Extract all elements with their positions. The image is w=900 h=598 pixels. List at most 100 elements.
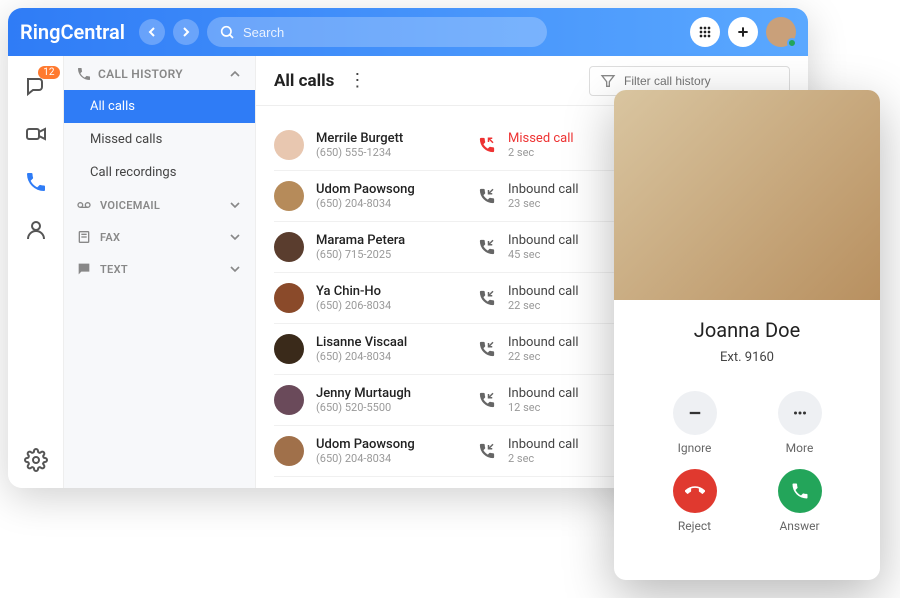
- sidebar-voicemail-header[interactable]: VOICEMAIL: [64, 189, 255, 221]
- phone-icon: [76, 66, 92, 82]
- fax-icon: [76, 229, 92, 245]
- chevron-down-icon: [227, 197, 243, 213]
- contact-avatar: [274, 436, 304, 466]
- contact-name: Udom Paowsong: [316, 437, 466, 452]
- call-duration: 12 sec: [508, 401, 618, 414]
- sidebar-fax-label: FAX: [100, 231, 120, 244]
- rail-messages[interactable]: 12: [24, 74, 48, 98]
- more-button[interactable]: [778, 391, 822, 435]
- call-duration: 23 sec: [508, 197, 618, 210]
- contact-avatar: [274, 334, 304, 364]
- contact-block: Jenny Murtaugh(650) 520-5500: [316, 386, 466, 414]
- sidebar-item-missed-calls[interactable]: Missed calls: [64, 123, 255, 156]
- sidebar-call-history-label: CALL HISTORY: [98, 67, 183, 81]
- presence-indicator: [787, 38, 797, 48]
- ignore-button[interactable]: [673, 391, 717, 435]
- dialpad-button[interactable]: [690, 17, 720, 47]
- chevron-right-icon: [178, 24, 194, 40]
- rail-video[interactable]: [24, 122, 48, 146]
- reject-label: Reject: [678, 519, 711, 533]
- answer-action[interactable]: Answer: [778, 469, 822, 533]
- search-input[interactable]: [243, 25, 535, 40]
- nav-back-button[interactable]: [139, 19, 165, 45]
- minus-icon: [686, 404, 704, 422]
- call-type: Inbound call: [508, 284, 618, 299]
- nav-rail: 12: [8, 56, 64, 488]
- brand-logo: RingCentral: [20, 20, 125, 44]
- contact-phone: (650) 206-8034: [316, 299, 466, 312]
- chevron-left-icon: [144, 24, 160, 40]
- call-duration: 2 sec: [508, 146, 618, 159]
- plus-icon: [735, 24, 751, 40]
- call-type-block: Inbound call22 sec: [508, 335, 618, 363]
- sidebar-call-history-header[interactable]: CALL HISTORY: [64, 56, 255, 90]
- reject-action[interactable]: Reject: [673, 469, 717, 533]
- search-box[interactable]: [207, 17, 547, 47]
- call-type: Inbound call: [508, 233, 618, 248]
- rail-contacts[interactable]: [24, 218, 48, 242]
- contact-avatar: [274, 130, 304, 160]
- nav-forward-button[interactable]: [173, 19, 199, 45]
- contact-name: Marama Petera: [316, 233, 466, 248]
- sidebar-fax-header[interactable]: FAX: [64, 221, 255, 253]
- answer-button[interactable]: [778, 469, 822, 513]
- rail-settings[interactable]: [24, 448, 48, 472]
- call-type-block: Inbound call45 sec: [508, 233, 618, 261]
- contact-phone: (650) 555-1234: [316, 146, 466, 159]
- inbound-call-icon: [478, 442, 496, 460]
- call-type-block: Inbound call12 sec: [508, 386, 618, 414]
- inbound-call-icon: [478, 340, 496, 358]
- kebab-icon: ⋮: [348, 70, 366, 91]
- chevron-down-icon: [227, 261, 243, 277]
- caller-extension: Ext. 9160: [720, 350, 774, 365]
- call-type-block: Inbound call23 sec: [508, 182, 618, 210]
- add-button[interactable]: [728, 17, 758, 47]
- call-type: Inbound call: [508, 437, 618, 452]
- contact-avatar: [274, 232, 304, 262]
- more-action[interactable]: More: [778, 391, 822, 455]
- contact-name: Ya Chin-Ho: [316, 284, 466, 299]
- sidebar-text-label: TEXT: [100, 263, 128, 276]
- contact-name: Merrile Burgett: [316, 131, 466, 146]
- phone-hangup-icon: [685, 481, 705, 501]
- contact-block: Lisanne Viscaal(650) 204-8034: [316, 335, 466, 363]
- app-header: RingCentral: [8, 8, 808, 56]
- sidebar-voicemail-label: VOICEMAIL: [100, 199, 160, 212]
- ignore-label: Ignore: [678, 441, 712, 455]
- contact-name: Udom Paowsong: [316, 182, 466, 197]
- call-duration: 22 sec: [508, 299, 618, 312]
- search-icon: [219, 24, 235, 40]
- contact-avatar: [274, 181, 304, 211]
- inbound-call-icon: [478, 391, 496, 409]
- contact-avatar: [274, 385, 304, 415]
- call-type: Inbound call: [508, 386, 618, 401]
- call-type: Inbound call: [508, 335, 618, 350]
- more-label: More: [786, 441, 814, 455]
- contact-block: Marama Petera(650) 715-2025: [316, 233, 466, 261]
- user-avatar[interactable]: [766, 17, 796, 47]
- sidebar-item-all-calls[interactable]: All calls: [64, 90, 255, 123]
- call-type: Missed call: [508, 131, 618, 146]
- ignore-action[interactable]: Ignore: [673, 391, 717, 455]
- contact-block: Merrile Burgett(650) 555-1234: [316, 131, 466, 159]
- contact-name: Lisanne Viscaal: [316, 335, 466, 350]
- reject-button[interactable]: [673, 469, 717, 513]
- answer-label: Answer: [779, 519, 819, 533]
- contact-phone: (650) 715-2025: [316, 248, 466, 261]
- contact-phone: (650) 520-5500: [316, 401, 466, 414]
- rail-phone[interactable]: [24, 170, 48, 194]
- text-icon: [76, 261, 92, 277]
- sidebar-text-header[interactable]: TEXT: [64, 253, 255, 285]
- more-menu-button[interactable]: ⋮: [348, 70, 366, 91]
- sidebar-item-call-recordings[interactable]: Call recordings: [64, 156, 255, 189]
- call-duration: 45 sec: [508, 248, 618, 261]
- card-body: Joanna Doe Ext. 9160 Ignore More Reject: [614, 300, 880, 580]
- caller-photo: [614, 90, 880, 300]
- chevron-up-icon: [227, 66, 243, 82]
- call-duration: 2 sec: [508, 452, 618, 465]
- contact-phone: (650) 204-8034: [316, 350, 466, 363]
- caller-name: Joanna Doe: [694, 318, 800, 342]
- contact-block: Ya Chin-Ho(650) 206-8034: [316, 284, 466, 312]
- filter-input[interactable]: [624, 74, 779, 88]
- dialpad-icon: [697, 24, 713, 40]
